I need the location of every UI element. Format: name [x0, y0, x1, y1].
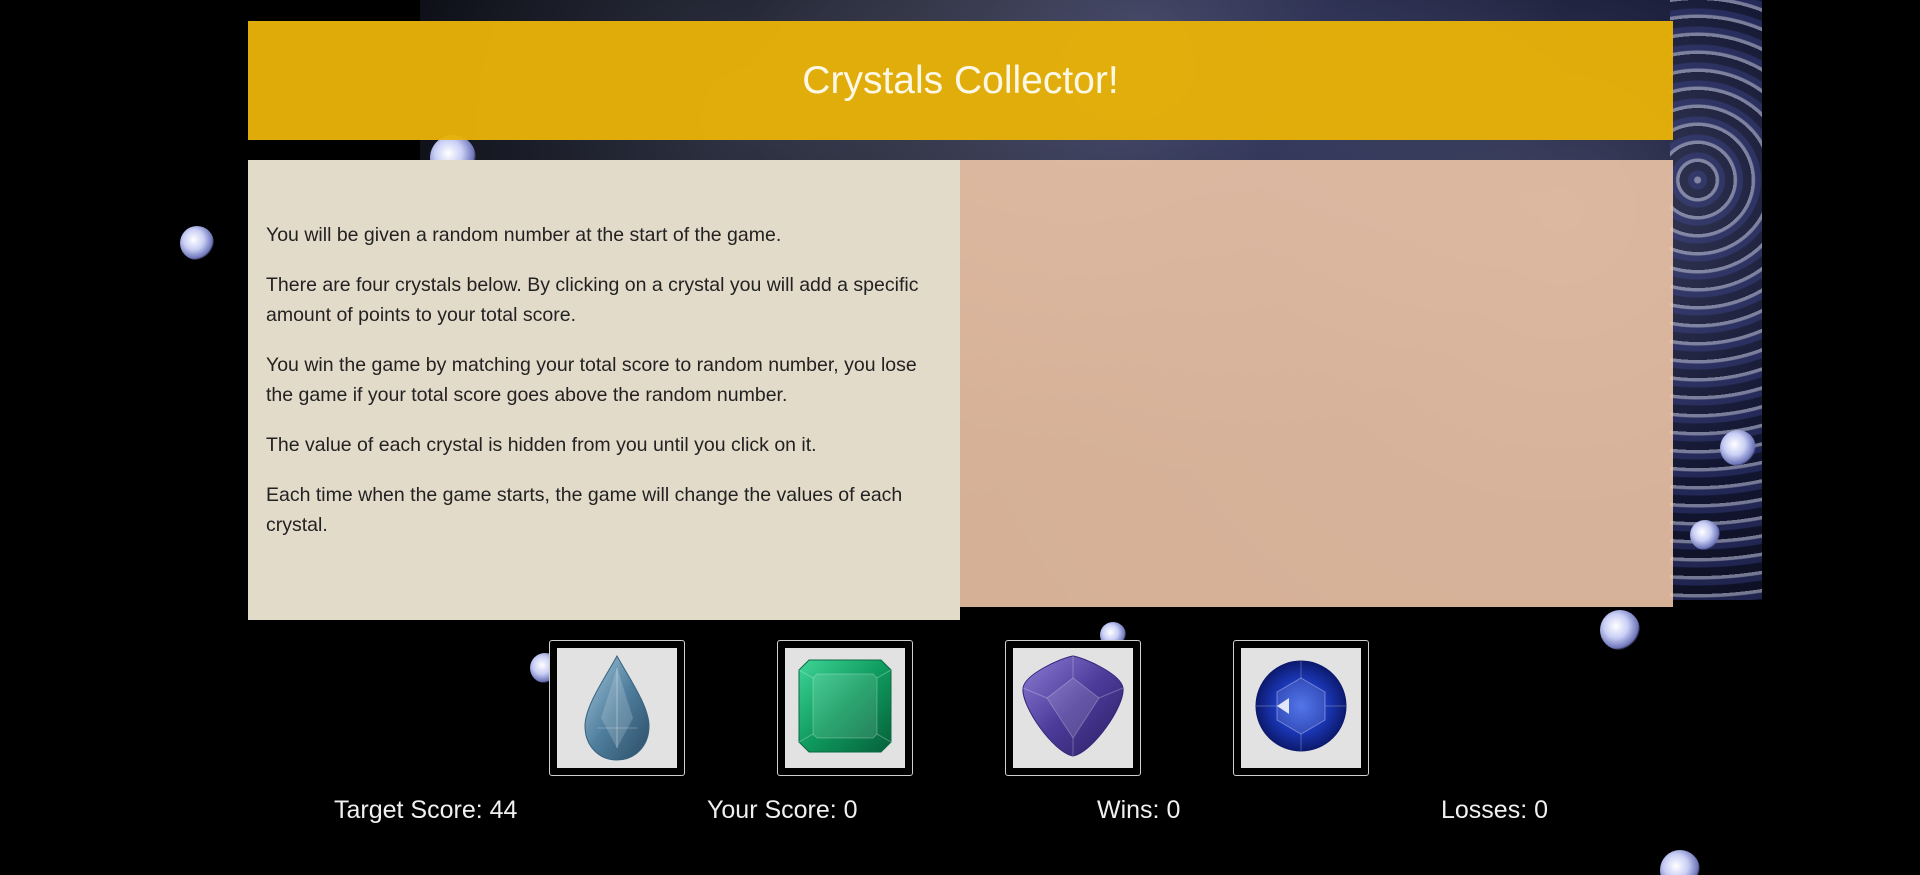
crystals-photo-edge — [1670, 0, 1762, 600]
crystal-image-frame — [785, 648, 905, 768]
instructions-panel: You will be given a random number at the… — [248, 160, 960, 620]
losses-counter: Losses: 0 — [1441, 796, 1549, 824]
side-panel — [960, 160, 1673, 607]
teardrop-crystal-icon — [584, 654, 650, 761]
loose-crystal-decoration — [1720, 430, 1756, 466]
wins-counter: Wins: 0 — [1097, 796, 1181, 824]
title-banner: Crystals Collector! — [248, 21, 1673, 140]
crystal-button-aquamarine[interactable] — [549, 640, 685, 776]
loose-crystal-decoration — [1600, 610, 1640, 650]
crystal-button-emerald[interactable] — [777, 640, 913, 776]
instruction-paragraph: You win the game by matching your total … — [266, 354, 917, 406]
page-title: Crystals Collector! — [802, 58, 1119, 102]
instruction-paragraph: You will be given a random number at the… — [266, 224, 782, 246]
instruction-paragraph: The value of each crystal is hidden from… — [266, 434, 817, 456]
crystal-image-frame — [1241, 648, 1361, 768]
instruction-paragraph: Each time when the game starts, the game… — [266, 484, 903, 536]
instruction-paragraph: There are four crystals below. By clicki… — [266, 274, 919, 326]
loose-crystal-decoration — [180, 226, 214, 260]
trillion-crystal-icon — [1022, 655, 1124, 757]
crystal-image-frame — [557, 648, 677, 768]
target-score: Target Score: 44 — [334, 796, 518, 824]
crystal-button-sapphire[interactable] — [1233, 640, 1369, 776]
round-crystal-icon — [1255, 660, 1347, 752]
emerald-cut-crystal-icon — [798, 659, 892, 753]
crystal-image-frame — [1013, 648, 1133, 768]
crystal-button-tanzanite[interactable] — [1005, 640, 1141, 776]
loose-crystal-decoration — [1660, 850, 1700, 875]
loose-crystal-decoration — [1690, 520, 1720, 550]
your-score: Your Score: 0 — [707, 796, 858, 824]
